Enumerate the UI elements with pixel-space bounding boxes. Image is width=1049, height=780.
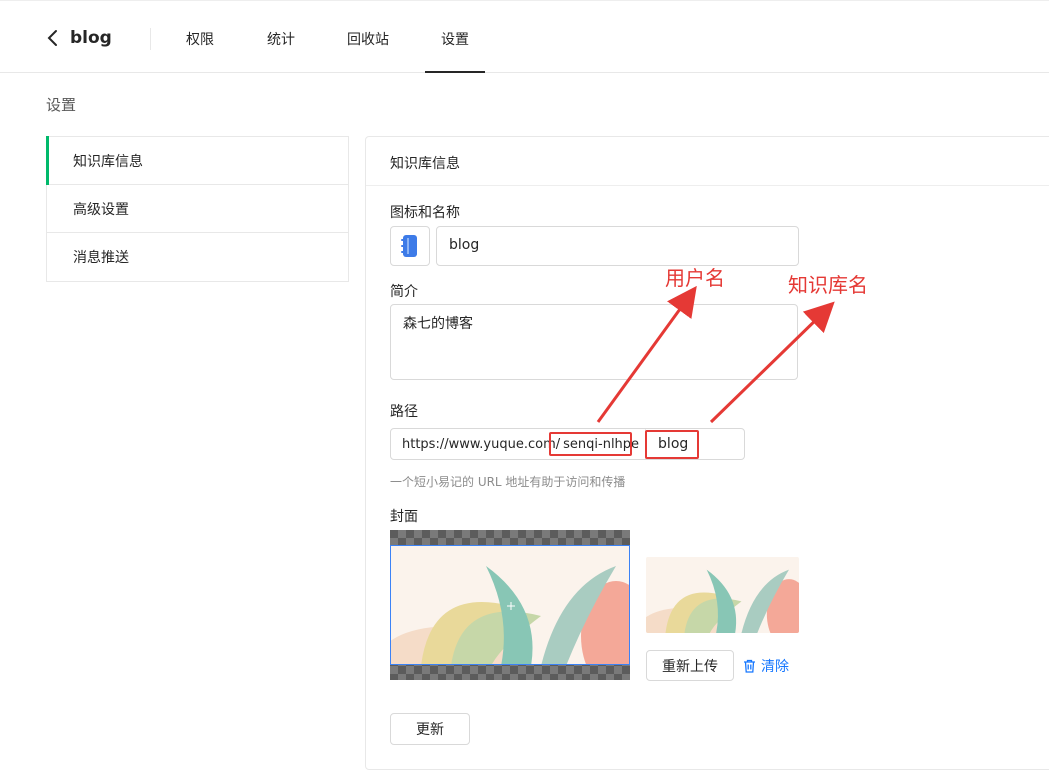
- cover-label: 封面: [390, 509, 418, 525]
- clear-cover-button[interactable]: 清除: [743, 656, 789, 676]
- cover-preview-image: [646, 557, 799, 633]
- reupload-button[interactable]: 重新上传: [646, 650, 734, 681]
- cover-crop-area[interactable]: [390, 545, 630, 665]
- cover-image: [391, 546, 629, 664]
- trash-icon: [744, 659, 755, 673]
- cover-preview: [646, 557, 799, 633]
- update-button[interactable]: 更新: [390, 713, 470, 745]
- clear-label: 清除: [761, 659, 789, 675]
